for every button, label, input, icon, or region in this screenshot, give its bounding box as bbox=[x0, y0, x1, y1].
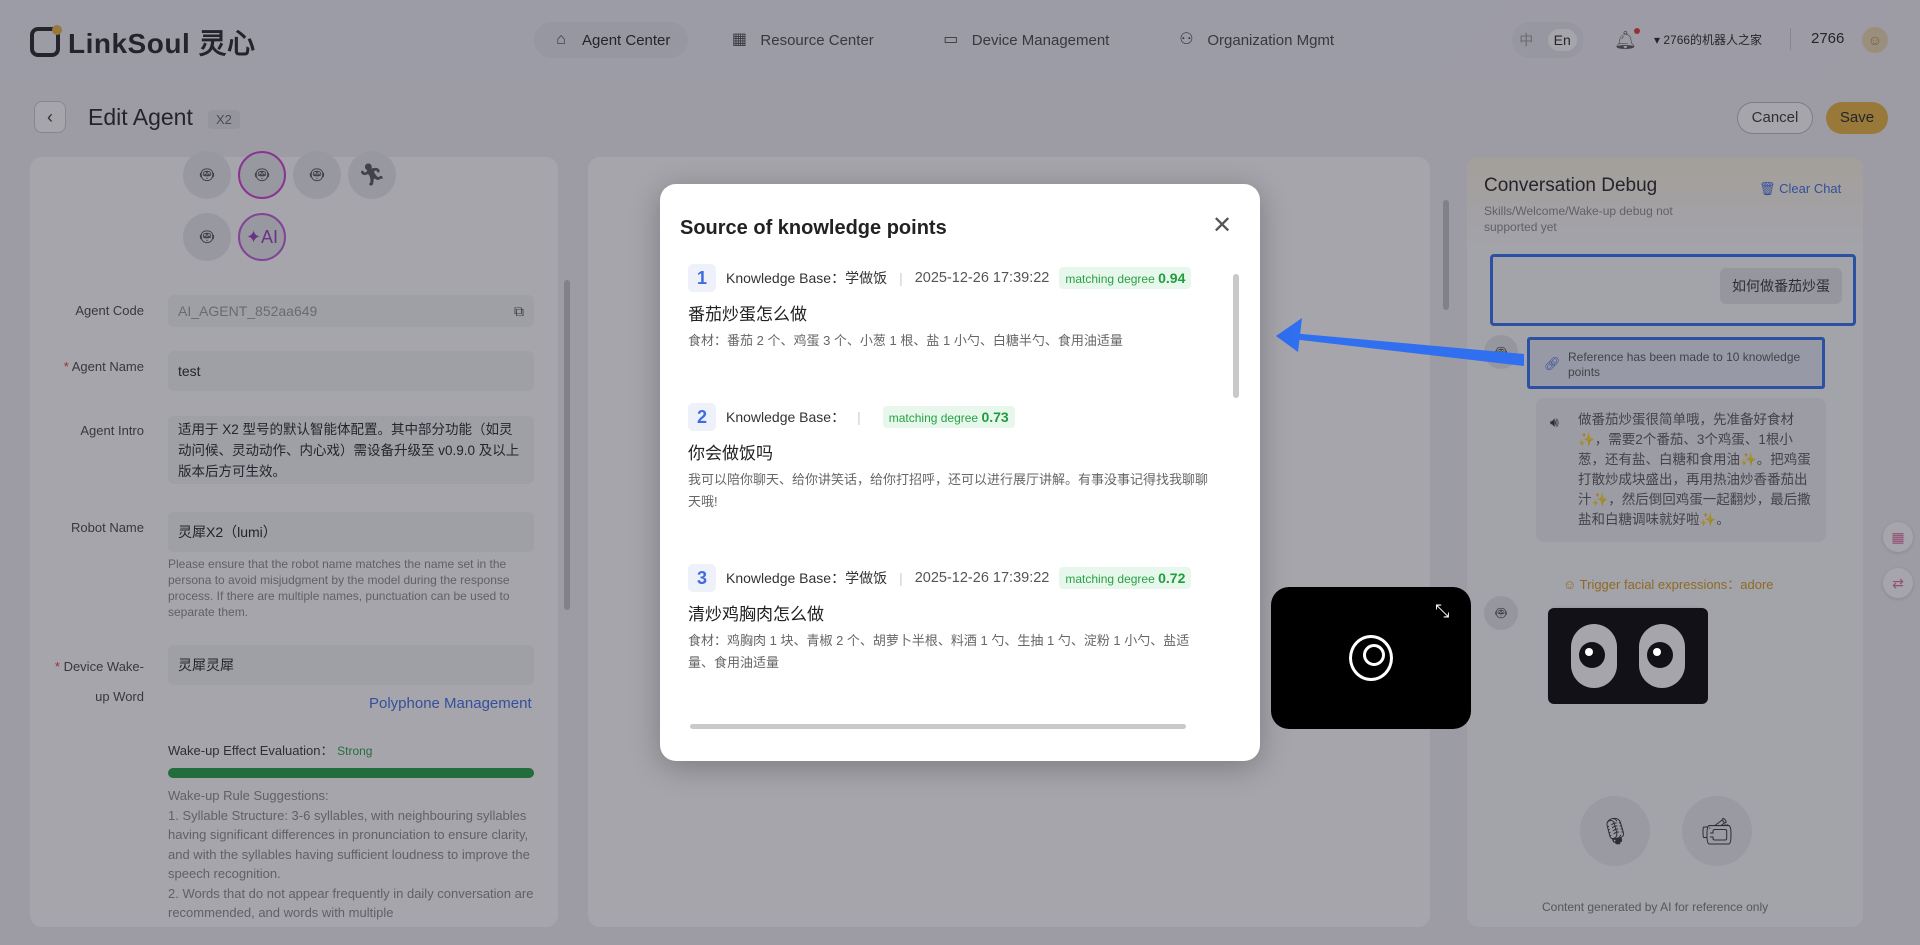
item-answer: 我可以陪你聊天、给你讲笑话，给你打招呼，还可以进行展厅讲解。有事没事记得找我聊聊… bbox=[688, 472, 1209, 509]
knowledge-item-header: 2 Knowledge Base： | matching degree 0.73 bbox=[688, 403, 1015, 431]
knowledge-item-header: 3 Knowledge Base： 学做饭 | 2025-12-26 17:39:… bbox=[688, 564, 1192, 592]
item-question: 你会做饭吗 bbox=[688, 444, 773, 463]
arrow-shaft bbox=[1291, 333, 1524, 366]
kb-name: 学做饭 bbox=[845, 270, 888, 286]
close-icon[interactable]: ✕ bbox=[1212, 214, 1232, 238]
knowledge-source-modal: Source of knowledge points ✕ 1 Knowledge… bbox=[660, 184, 1260, 761]
item-answer: 食材：番茄 2 个、鸡蛋 3 个、小葱 1 根、盐 1 小勺、白糖半勺、食用油适… bbox=[688, 333, 1123, 348]
item-answer: 食材：鸡胸肉 1 块、青椒 2 个、胡萝卜半根、料酒 1 勺、生抽 1 勺、淀粉… bbox=[688, 633, 1190, 670]
matching-degree-value: 0.94 bbox=[1158, 270, 1186, 286]
matching-degree-label: matching degree bbox=[888, 411, 979, 425]
modal-horizontal-scrollbar[interactable] bbox=[680, 721, 1232, 731]
item-date: 2025-12-26 17:39:22 bbox=[914, 570, 1050, 586]
matching-degree-value: 0.73 bbox=[981, 409, 1009, 425]
modal-title: Source of knowledge points bbox=[680, 217, 947, 239]
item-number: 1 bbox=[688, 264, 716, 292]
arrow-head bbox=[1276, 318, 1302, 352]
kb-label: Knowledge Base： bbox=[726, 409, 846, 425]
kb-label: Knowledge Base： bbox=[726, 570, 846, 586]
modal-hscrollbar-thumb[interactable] bbox=[690, 724, 1186, 729]
divider: | bbox=[899, 570, 903, 586]
matching-degree-value: 0.72 bbox=[1158, 570, 1186, 586]
kb-name: 学做饭 bbox=[845, 570, 888, 586]
modal-vertical-scrollbar[interactable] bbox=[1232, 260, 1240, 724]
item-question: 清炒鸡胸肉怎么做 bbox=[688, 605, 824, 624]
matching-degree-label: matching degree bbox=[1065, 572, 1155, 586]
knowledge-item-header: 1 Knowledge Base： 学做饭 | 2025-12-26 17:39:… bbox=[688, 264, 1192, 292]
kb-label: Knowledge Base： bbox=[726, 270, 846, 286]
matching-degree-label: matching degree bbox=[1065, 272, 1155, 286]
item-question: 番茄炒蛋怎么做 bbox=[688, 305, 807, 324]
item-date: 2025-12-26 17:39:22 bbox=[914, 270, 1050, 286]
matching-degree-badge: matching degree 0.72 bbox=[1059, 567, 1192, 589]
item-number: 3 bbox=[688, 564, 716, 592]
matching-degree-badge: matching degree 0.94 bbox=[1059, 267, 1192, 289]
modal-scrollbar-thumb[interactable] bbox=[1233, 274, 1239, 398]
divider: | bbox=[899, 270, 903, 286]
item-number: 2 bbox=[688, 403, 716, 431]
knowledge-list: 1 Knowledge Base： 学做饭 | 2025-12-26 17:39:… bbox=[680, 264, 1242, 714]
divider: | bbox=[857, 409, 861, 425]
matching-degree-badge: matching degree 0.73 bbox=[882, 406, 1015, 428]
